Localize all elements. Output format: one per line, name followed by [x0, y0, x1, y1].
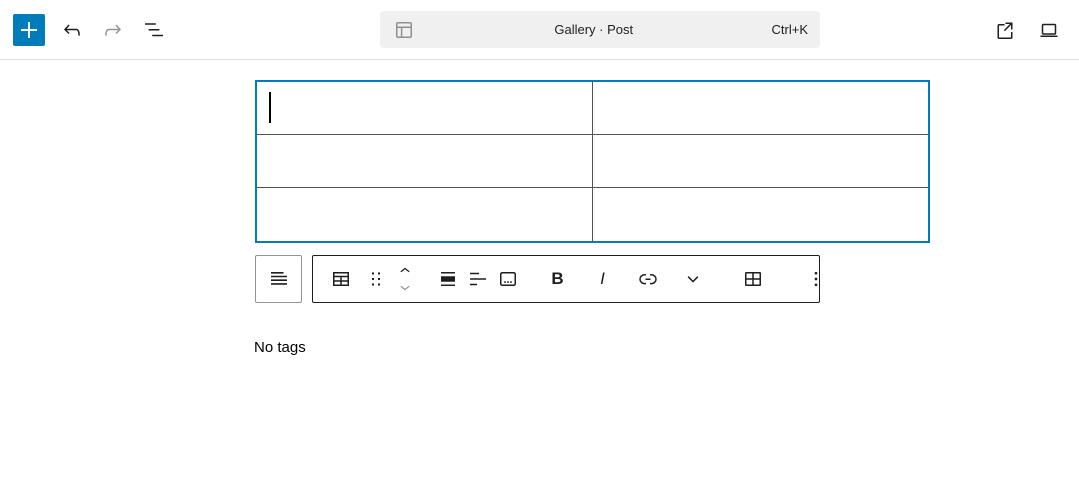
- table-cell[interactable]: [257, 188, 593, 241]
- layout-icon: [392, 18, 416, 42]
- caption-button[interactable]: [493, 256, 523, 302]
- toolbar-group-options: [785, 256, 847, 302]
- edit-table-button[interactable]: [727, 256, 779, 302]
- italic-label: I: [600, 269, 605, 289]
- align-left-icon: [466, 267, 490, 291]
- undo-button[interactable]: [54, 12, 90, 48]
- link-button[interactable]: [625, 256, 670, 302]
- block-switcher-button[interactable]: [319, 256, 363, 302]
- command-shortcut: Ctrl+K: [772, 22, 808, 37]
- lines-icon: [267, 267, 291, 291]
- select-parent-block-button[interactable]: [255, 255, 302, 303]
- table-cell[interactable]: [257, 135, 593, 188]
- align-button[interactable]: [433, 256, 463, 302]
- bold-label: B: [551, 269, 563, 289]
- command-center-bar[interactable]: Gallery · Post Ctrl+K: [380, 11, 820, 48]
- preview-button[interactable]: [1031, 12, 1067, 48]
- block-toolbar: B I: [255, 255, 820, 303]
- top-bar-left-tools: [13, 0, 177, 60]
- document-title: Gallery · Post: [416, 22, 772, 37]
- block-mover: [389, 256, 421, 302]
- redo-icon: [101, 18, 125, 42]
- redo-button[interactable]: [95, 12, 131, 48]
- text-align-button[interactable]: [463, 256, 493, 302]
- more-formatting-button[interactable]: [670, 256, 715, 302]
- drag-handle-icon: [364, 267, 388, 291]
- move-up-button[interactable]: [393, 261, 417, 279]
- block-toolbar-main: B I: [312, 255, 820, 303]
- editor-top-bar: Gallery · Post Ctrl+K: [0, 0, 1079, 60]
- drag-handle[interactable]: [363, 256, 389, 302]
- options-button[interactable]: [791, 256, 841, 302]
- bold-button[interactable]: B: [535, 256, 580, 302]
- table-cell[interactable]: [257, 82, 593, 135]
- chevron-down-icon: [395, 278, 415, 298]
- top-bar-right-tools: [987, 0, 1067, 60]
- caption-icon: [496, 267, 520, 291]
- toolbar-group-block: [313, 256, 427, 302]
- align-none-icon: [436, 267, 460, 291]
- list-view-button[interactable]: [136, 12, 172, 48]
- toolbar-group-align: [427, 256, 529, 302]
- chevron-up-icon: [395, 260, 415, 280]
- table-block[interactable]: [255, 80, 930, 243]
- table-cell[interactable]: [593, 82, 929, 135]
- kebab-icon: [804, 267, 828, 291]
- link-icon: [636, 267, 660, 291]
- laptop-icon: [1037, 18, 1061, 42]
- text-caret: [269, 92, 271, 123]
- table-block-icon: [329, 267, 353, 291]
- undo-icon: [60, 18, 84, 42]
- plus-icon: [17, 18, 41, 42]
- move-down-button[interactable]: [393, 279, 417, 297]
- list-view-icon: [142, 18, 166, 42]
- table-cell[interactable]: [593, 135, 929, 188]
- block-inserter-button[interactable]: [13, 14, 45, 46]
- no-tags-text[interactable]: No tags: [254, 339, 306, 356]
- external-link-icon: [993, 18, 1017, 42]
- toolbar-group-formatting: B I: [529, 256, 721, 302]
- table-grid-icon: [741, 267, 765, 291]
- italic-button[interactable]: I: [580, 256, 625, 302]
- table-cell[interactable]: [593, 188, 929, 241]
- chevron-down-icon: [681, 267, 705, 291]
- view-site-button[interactable]: [987, 12, 1023, 48]
- toolbar-group-table: [721, 256, 785, 302]
